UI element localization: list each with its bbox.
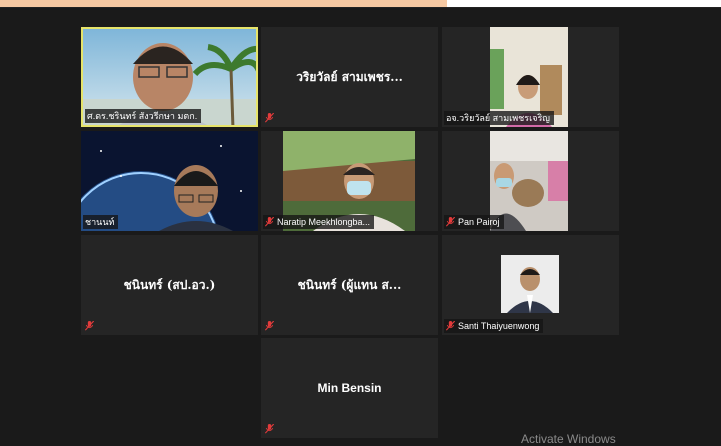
muted-mic-icon bbox=[446, 217, 455, 227]
participant-name: Naratip Meekhlongba... bbox=[277, 217, 371, 227]
participant-name: อจ.วริยวัลย์ สามเพชรเจริญ bbox=[446, 113, 550, 123]
participant-display-name: ชนินทร์ (ผู้แทน ส... bbox=[297, 277, 402, 292]
participant-name: ชานนท์ bbox=[85, 217, 115, 227]
participant-name-tag bbox=[83, 319, 98, 333]
participant-display-name: Min Bensin bbox=[317, 381, 382, 395]
participant-tile[interactable]: ชนินทร์ (สป.อว.) bbox=[81, 235, 258, 335]
participant-name-tag bbox=[263, 319, 278, 333]
activate-windows-watermark: Activate Windows bbox=[521, 432, 616, 446]
participant-name-tag: อจ.วริยวัลย์ สามเพชรเจริญ bbox=[444, 111, 554, 125]
muted-mic-icon bbox=[265, 217, 274, 227]
muted-mic-icon bbox=[265, 424, 274, 434]
participant-name-tag: Pan Pairoj bbox=[444, 215, 504, 229]
participant-name: Santi Thaiyuenwong bbox=[458, 321, 540, 331]
participant-tile[interactable]: วริยวัลย์ สามเพชร... bbox=[261, 27, 438, 127]
participant-tile[interactable]: Pan Pairoj bbox=[442, 131, 619, 231]
participant-tile[interactable]: ชานนท์ bbox=[81, 131, 258, 231]
muted-mic-icon bbox=[265, 321, 274, 331]
top-bar bbox=[0, 0, 721, 8]
muted-mic-icon bbox=[85, 321, 94, 331]
participant-name: ศ.ดร.ชรินทร์ สังวรีกษา มตก. bbox=[87, 111, 198, 121]
participant-display-name: ชนินทร์ (สป.อว.) bbox=[123, 277, 216, 292]
participant-name-tag bbox=[263, 422, 278, 436]
participant-tile[interactable]: Santi Thaiyuenwong bbox=[442, 235, 619, 335]
participant-name-tag bbox=[263, 111, 278, 125]
participant-name-tag: Naratip Meekhlongba... bbox=[263, 215, 375, 229]
muted-mic-icon bbox=[265, 113, 274, 123]
participant-name-tag: ชานนท์ bbox=[83, 215, 119, 229]
participant-tile[interactable]: Naratip Meekhlongba... bbox=[261, 131, 438, 231]
participant-display-name: วริยวัลย์ สามเพชร... bbox=[296, 69, 403, 84]
participant-tile[interactable]: Min Bensin bbox=[261, 338, 438, 438]
participant-tile[interactable]: อจ.วริยวัลย์ สามเพชรเจริญ bbox=[442, 27, 619, 127]
participant-name-tag: ศ.ดร.ชรินทร์ สังวรีกษา มตก. bbox=[85, 109, 202, 123]
top-bar-light bbox=[447, 0, 721, 7]
participant-tile[interactable]: ศ.ดร.ชรินทร์ สังวรีกษา มตก. bbox=[81, 27, 258, 127]
muted-mic-icon bbox=[446, 321, 455, 331]
participant-name-tag: Santi Thaiyuenwong bbox=[444, 319, 544, 333]
participant-tile[interactable]: ชนินทร์ (ผู้แทน ส... bbox=[261, 235, 438, 335]
participant-avatar-photo bbox=[501, 255, 559, 313]
participant-name: Pan Pairoj bbox=[458, 217, 500, 227]
top-bar-accent bbox=[0, 0, 447, 7]
